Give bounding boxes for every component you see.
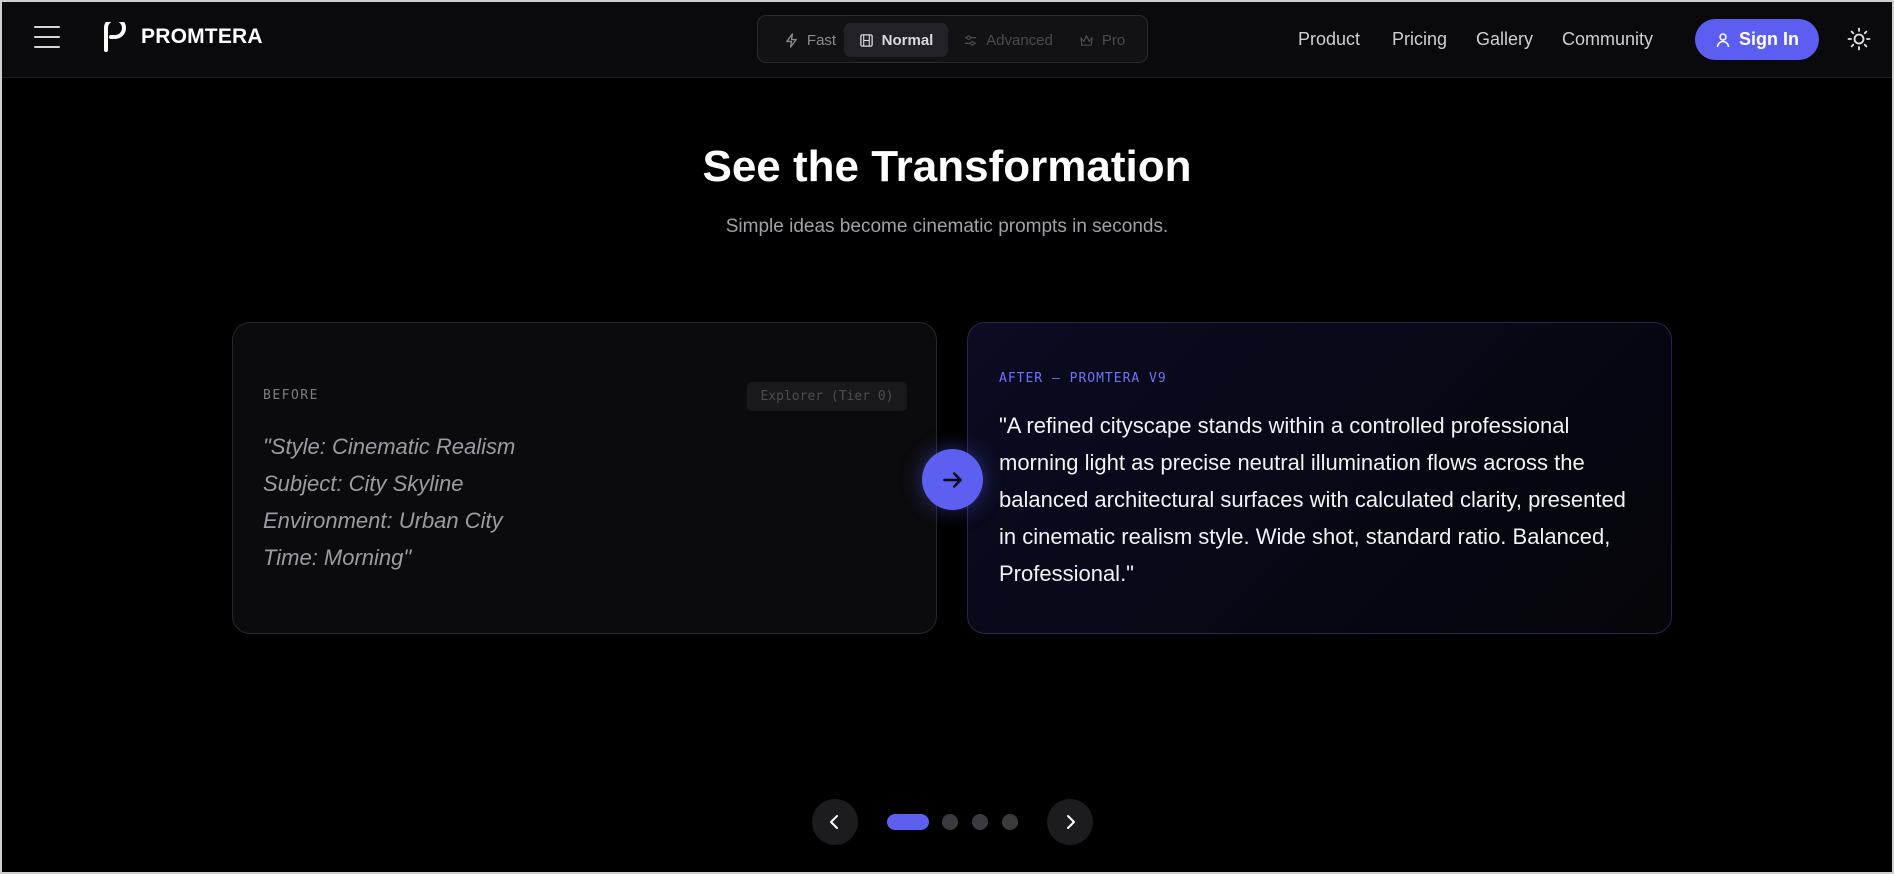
mode-normal-label: Normal xyxy=(881,31,934,49)
before-prompt: "Style: Cinematic Realism Subject: City … xyxy=(263,428,883,576)
transform-arrow-button[interactable] xyxy=(922,449,983,510)
after-label: AFTER — PROMTERA V9 xyxy=(999,371,1167,386)
section-subtitle: Simple ideas become cinematic prompts in… xyxy=(725,216,1169,237)
before-prompt-line: Time: Morning" xyxy=(263,545,412,570)
section-title: See the Transformation xyxy=(702,142,1192,191)
before-prompt-line: Subject: City Skyline xyxy=(263,471,464,496)
mode-advanced-label: Advanced xyxy=(986,31,1053,49)
before-prompt-line: "Style: Cinematic Realism xyxy=(263,434,516,459)
tier-badge: Explorer (Tier 0) xyxy=(747,382,907,411)
sign-in-label: Sign In xyxy=(1739,29,1799,49)
nav-link-pricing[interactable]: Pricing xyxy=(1392,29,1447,50)
before-prompt-line: Environment: Urban City xyxy=(263,508,503,533)
bolt-icon xyxy=(786,32,797,48)
before-label: BEFORE xyxy=(263,388,319,403)
user-icon xyxy=(1716,32,1730,47)
mode-fast[interactable]: Fast xyxy=(768,23,852,57)
mode-fast-label: Fast xyxy=(806,31,837,49)
crown-icon xyxy=(1080,34,1093,46)
arrow-right-icon xyxy=(942,471,962,488)
mode-advanced[interactable]: Advanced xyxy=(954,23,1062,57)
after-card: AFTER — PROMTERA V9 "A refined cityscape… xyxy=(967,322,1672,634)
mode-pro-label: Pro xyxy=(1101,31,1126,49)
film-icon xyxy=(859,33,873,47)
chevron-right-icon xyxy=(1067,815,1075,829)
top-navbar: PROMTERA Fast Normal Advanced Pro Produc… xyxy=(2,2,1892,78)
carousel-next-button[interactable] xyxy=(1047,799,1093,845)
logo-mark-icon xyxy=(104,22,126,52)
carousel-dot-3[interactable] xyxy=(972,814,988,830)
carousel-dot-2[interactable] xyxy=(942,814,958,830)
sun-icon[interactable] xyxy=(1847,27,1871,51)
after-prompt: "A refined cityscape stands within a con… xyxy=(999,413,1626,586)
nav-link-gallery[interactable]: Gallery xyxy=(1476,29,1533,50)
page: PROMTERA Fast Normal Advanced Pro Produc… xyxy=(0,0,1894,874)
menu-icon[interactable] xyxy=(34,26,60,50)
brand-name: PROMTERA xyxy=(141,25,263,48)
mode-pro[interactable]: Pro xyxy=(1070,23,1134,57)
chevron-left-icon xyxy=(830,815,838,829)
mode-switcher: Fast Normal Advanced Pro xyxy=(757,15,1148,63)
nav-link-community[interactable]: Community xyxy=(1562,29,1653,50)
nav-link-product[interactable]: Product xyxy=(1298,29,1360,50)
carousel-dot-1[interactable] xyxy=(887,814,929,830)
sliders-icon xyxy=(965,34,977,46)
sign-in-button[interactable]: Sign In xyxy=(1695,19,1819,60)
carousel-dot-4[interactable] xyxy=(1002,814,1018,830)
mode-normal[interactable]: Normal xyxy=(844,23,948,57)
brand-logo[interactable]: PROMTERA xyxy=(102,22,263,52)
carousel-prev-button[interactable] xyxy=(812,799,858,845)
before-card: BEFORE Explorer (Tier 0) "Style: Cinemat… xyxy=(232,322,937,634)
